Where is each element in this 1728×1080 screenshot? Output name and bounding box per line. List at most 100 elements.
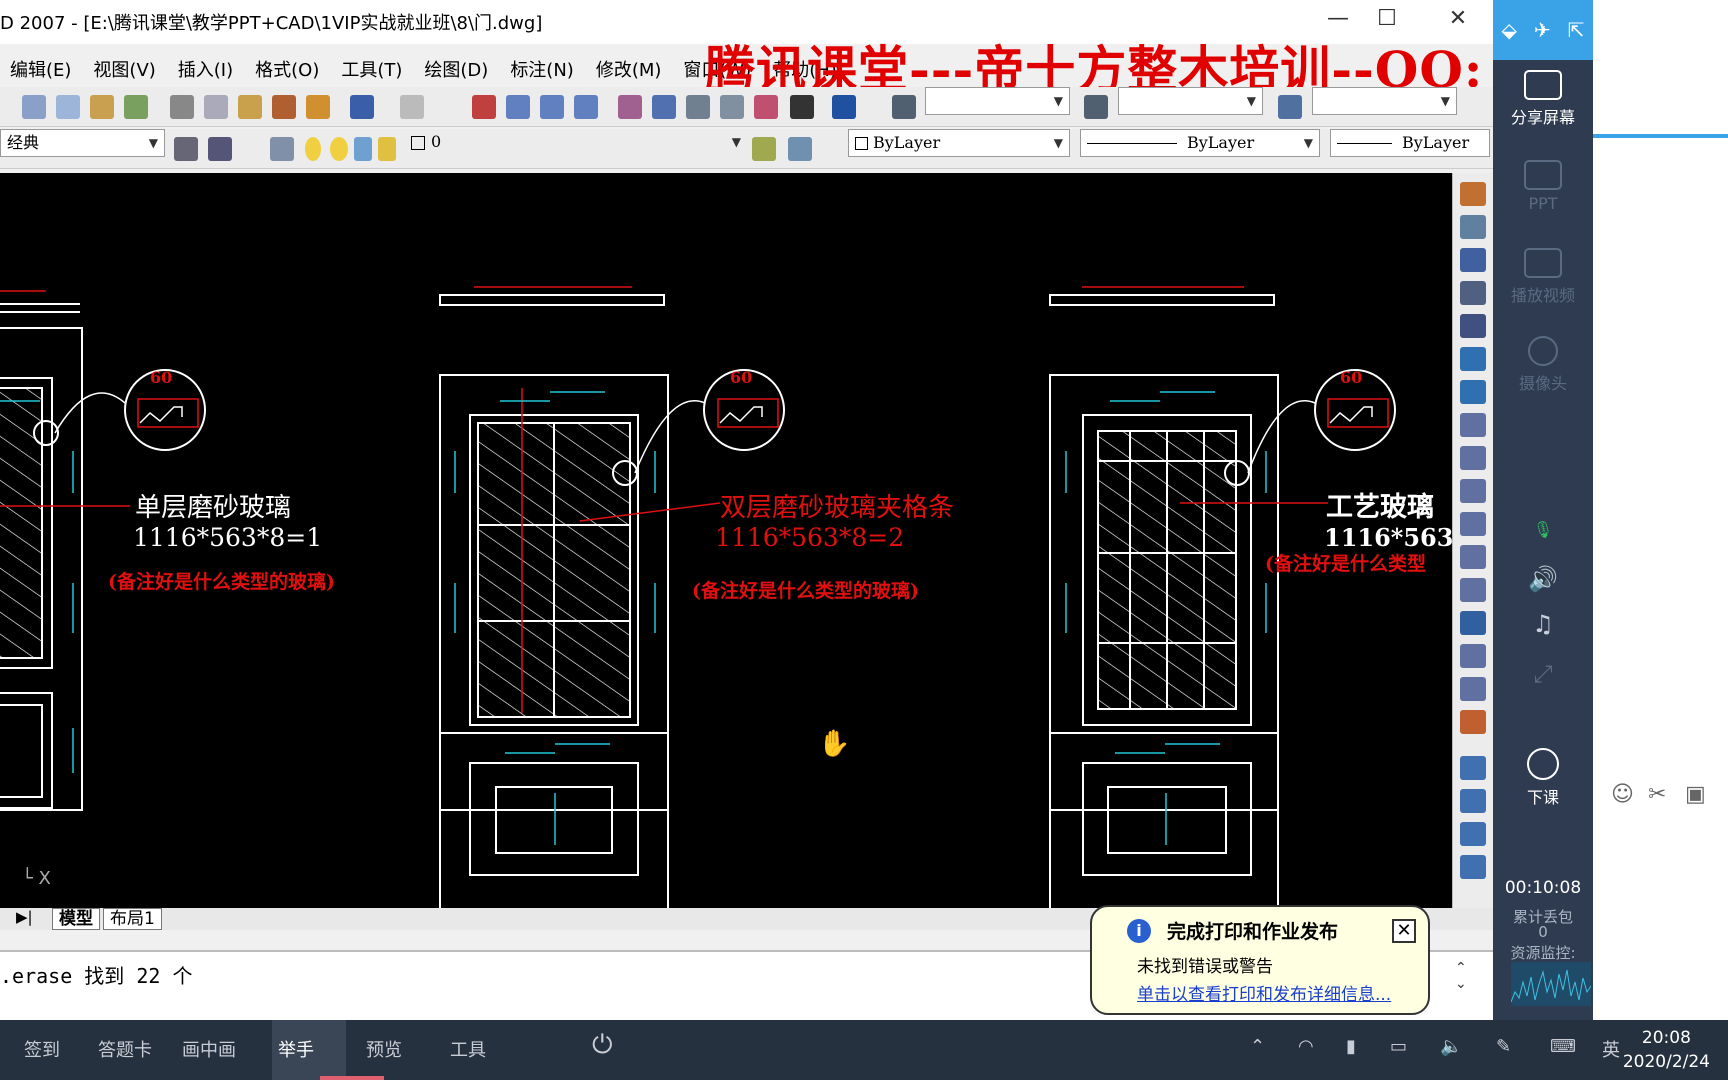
trim-icon[interactable]: [1460, 479, 1486, 503]
fullscreen-icon[interactable]: ⤢: [1493, 660, 1593, 688]
move-icon[interactable]: [1460, 347, 1486, 371]
draworder-back-icon[interactable]: [1460, 789, 1486, 813]
menu-view[interactable]: 视图(V): [93, 56, 155, 82]
open-icon[interactable]: [22, 95, 46, 119]
join-icon[interactable]: [1460, 611, 1486, 635]
print-notification-balloon[interactable]: i 完成打印和作业发布 未找到错误或警告 单击以查看打印和发布详细信息... ✕: [1090, 905, 1430, 1015]
help-icon[interactable]: [832, 95, 856, 119]
properties-icon[interactable]: [618, 95, 642, 119]
scale-icon[interactable]: [1460, 413, 1486, 437]
ppt-button[interactable]: PPT: [1493, 160, 1593, 213]
command-scroll-icon[interactable]: ⌃ ⌄: [1455, 960, 1467, 992]
volume-icon[interactable]: 🔈: [1440, 1036, 1462, 1057]
tab-layout1[interactable]: 布局1: [103, 908, 162, 930]
draworder-above-icon[interactable]: [1460, 822, 1486, 846]
copy-object-icon[interactable]: [1460, 215, 1486, 239]
mirror-icon[interactable]: [1460, 248, 1486, 272]
keyboard-icon[interactable]: ⌨: [1550, 1036, 1576, 1057]
linetype-combo[interactable]: ByLayer ▼: [1080, 129, 1320, 157]
ime-indicator[interactable]: 英: [1602, 1036, 1620, 1062]
text-style-icon[interactable]: [892, 95, 916, 119]
shield-icon[interactable]: ⬙: [1502, 18, 1517, 42]
offset-icon[interactable]: [1460, 281, 1486, 305]
layer-manager-icon[interactable]: [270, 137, 294, 161]
menu-modify[interactable]: 修改(M): [596, 56, 662, 82]
zoom-realtime-icon[interactable]: [506, 95, 530, 119]
workspace-settings-icon[interactable]: [174, 137, 198, 161]
markup-icon[interactable]: [754, 95, 778, 119]
share-screen-button[interactable]: 分享屏幕: [1493, 70, 1593, 128]
notification-details-link[interactable]: 单击以查看打印和发布详细信息...: [1137, 980, 1391, 1005]
redo-icon[interactable]: [400, 95, 424, 119]
system-clock[interactable]: 20:08 2020/2/24: [1623, 1026, 1710, 1074]
taskbar-checkin[interactable]: 签到: [24, 1036, 60, 1062]
power-button-icon[interactable]: ⏻: [592, 1030, 613, 1061]
tray-expand-icon[interactable]: ⌃: [1250, 1036, 1265, 1057]
scissors-icon[interactable]: ✂: [1648, 782, 1666, 807]
cut-icon[interactable]: [170, 95, 194, 119]
layer-freeze-icon[interactable]: [330, 137, 348, 161]
preview-icon[interactable]: [90, 95, 114, 119]
menu-format[interactable]: 格式(O): [255, 56, 319, 82]
send-icon[interactable]: ✈: [1534, 18, 1551, 42]
wifi-icon[interactable]: ◠: [1298, 1036, 1314, 1057]
table-style-combo[interactable]: ▼: [1312, 87, 1457, 115]
my-workspace-icon[interactable]: [208, 137, 232, 161]
paste-icon[interactable]: [238, 95, 262, 119]
array-icon[interactable]: [1460, 314, 1486, 338]
zoom-previous-icon[interactable]: [574, 95, 598, 119]
close-icon[interactable]: ✕: [1392, 919, 1416, 943]
menu-tools[interactable]: 工具(T): [341, 56, 402, 82]
menu-draw[interactable]: 绘图(D): [424, 56, 488, 82]
workspace-combo[interactable]: 经典 ▼: [0, 129, 165, 157]
table-style-icon[interactable]: [1278, 95, 1302, 119]
publish-icon[interactable]: [124, 95, 148, 119]
undo-icon[interactable]: [350, 95, 374, 119]
draworder-under-icon[interactable]: [1460, 855, 1486, 879]
microphone-icon[interactable]: 🎙: [1493, 520, 1593, 539]
calculator-icon[interactable]: [790, 95, 814, 119]
explode-icon[interactable]: [1460, 710, 1486, 734]
sheet-set-icon[interactable]: [720, 95, 744, 119]
microphone-tray-icon[interactable]: ▮: [1346, 1036, 1356, 1057]
drawing-canvas[interactable]: 60 60 60 单层磨砂玻璃 1116*563*8=1 (备注好是什么类型的玻…: [0, 173, 1452, 908]
menu-edit[interactable]: 编辑(E): [10, 56, 71, 82]
layer-previous-icon[interactable]: [788, 137, 812, 161]
camera-button[interactable]: 摄像头: [1493, 336, 1593, 394]
menu-dimension[interactable]: 标注(N): [510, 56, 574, 82]
fillet-icon[interactable]: [1460, 677, 1486, 701]
play-video-button[interactable]: 播放视频: [1493, 248, 1593, 306]
speaker-icon[interactable]: 🔊: [1493, 565, 1593, 593]
lineweight-combo[interactable]: ByLayer: [1330, 129, 1490, 157]
layer-combo[interactable]: 0 ▼: [405, 129, 747, 157]
break-icon[interactable]: [1460, 578, 1486, 602]
pan-icon[interactable]: [472, 95, 496, 119]
music-icon[interactable]: ♫: [1493, 610, 1593, 638]
emoji-icon[interactable]: ☺: [1611, 782, 1634, 807]
pen-icon[interactable]: ✎: [1496, 1036, 1511, 1057]
layer-on-icon[interactable]: [305, 137, 321, 161]
tool-palettes-icon[interactable]: [686, 95, 710, 119]
taskbar-answer-card[interactable]: 答题卡: [98, 1036, 152, 1062]
menu-insert[interactable]: 插入(I): [178, 56, 233, 82]
match-properties-icon[interactable]: [272, 95, 296, 119]
export-icon[interactable]: ⇱: [1568, 18, 1585, 42]
tab-model[interactable]: 模型: [52, 908, 100, 930]
make-current-layer-icon[interactable]: [752, 137, 776, 161]
break-at-point-icon[interactable]: [1460, 545, 1486, 569]
color-combo[interactable]: ByLayer ▼: [848, 129, 1070, 157]
taskbar-picture-in-picture[interactable]: 画中画: [182, 1036, 236, 1062]
zoom-window-icon[interactable]: [540, 95, 564, 119]
print-icon[interactable]: [56, 95, 80, 119]
taskbar-preview[interactable]: 预览: [366, 1036, 402, 1062]
image-icon[interactable]: ▣: [1685, 782, 1706, 807]
extend-icon[interactable]: [1460, 512, 1486, 536]
taskbar-raise-hand[interactable]: 举手: [278, 1036, 314, 1062]
draworder-front-icon[interactable]: [1460, 756, 1486, 780]
dim-style-icon[interactable]: [1084, 95, 1108, 119]
erase-icon[interactable]: [1460, 182, 1486, 206]
taskbar-tools[interactable]: 工具: [450, 1036, 486, 1062]
text-style-combo[interactable]: ▼: [925, 87, 1070, 115]
layer-lock-icon[interactable]: [378, 137, 396, 161]
block-editor-icon[interactable]: [306, 95, 330, 119]
